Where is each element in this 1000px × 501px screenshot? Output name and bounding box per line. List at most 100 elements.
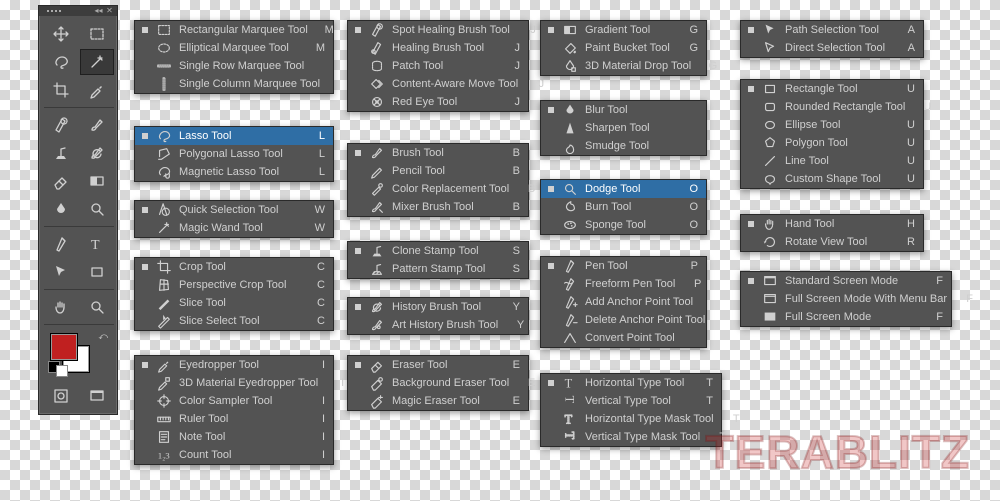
tool-item-dodge-2[interactable]: Sponge ToolO <box>541 216 706 234</box>
pen-tool[interactable] <box>44 231 78 257</box>
tool-item-path-1[interactable]: Direct Selection ToolA <box>741 39 923 57</box>
tool-item-eyedropper-3[interactable]: Ruler ToolI <box>135 410 333 428</box>
tool-item-brush-0[interactable]: Brush ToolB <box>348 144 528 162</box>
foreground-color-swatch[interactable] <box>50 333 78 361</box>
dodge-tool[interactable] <box>80 196 114 222</box>
close-icon[interactable]: ✕ <box>106 8 113 15</box>
tool-item-stamp-0[interactable]: Clone Stamp ToolS <box>348 242 528 260</box>
tool-item-healing-1[interactable]: Healing Brush ToolJ <box>348 39 528 57</box>
tool-item-gradient-2[interactable]: 3D Material Drop ToolG <box>541 57 706 75</box>
tool-item-pen-4[interactable]: Convert Point Tool <box>541 329 706 347</box>
zoom-tool[interactable] <box>80 294 114 320</box>
tool-item-crop-3[interactable]: Slice Select ToolC <box>135 312 333 330</box>
tool-item-crop-0[interactable]: Crop ToolC <box>135 258 333 276</box>
tool-item-brush-1[interactable]: Pencil ToolB <box>348 162 528 180</box>
vtype-mask-icon <box>562 429 578 445</box>
tool-item-gradient-0[interactable]: Gradient ToolG <box>541 21 706 39</box>
tool-item-shape-4[interactable]: Line ToolU <box>741 152 923 170</box>
tool-item-eyedropper-4[interactable]: Note ToolI <box>135 428 333 446</box>
shape-tool[interactable] <box>80 259 114 285</box>
tool-item-dodge-0[interactable]: Dodge ToolO <box>541 180 706 198</box>
spot-heal-icon <box>369 22 385 38</box>
tool-item-eyedropper-1[interactable]: 3D Material Eyedropper ToolI <box>135 374 333 392</box>
tool-item-gradient-1[interactable]: Paint Bucket ToolG <box>541 39 706 57</box>
history-brush-tool[interactable] <box>80 140 114 166</box>
tool-item-hand-1[interactable]: Rotate View ToolR <box>741 233 923 251</box>
tool-item-type-3[interactable]: Vertical Type Mask ToolT <box>541 428 721 446</box>
screen-mode-button[interactable] <box>80 383 114 409</box>
tool-item-eyedropper-0[interactable]: Eyedropper ToolI <box>135 356 333 374</box>
tool-item-wand-1[interactable]: Magic Wand ToolW <box>135 219 333 237</box>
tool-item-path-0[interactable]: Path Selection ToolA <box>741 21 923 39</box>
swap-colors-icon[interactable]: ⤺ <box>98 331 108 342</box>
tool-item-eyedropper-5[interactable]: Count ToolI <box>135 446 333 464</box>
tool-item-lasso-2[interactable]: Magnetic Lasso ToolL <box>135 163 333 181</box>
tool-item-history-1[interactable]: Art History Brush ToolY <box>348 316 528 334</box>
tool-item-healing-4[interactable]: Red Eye ToolJ <box>348 93 528 111</box>
gradient-tool[interactable] <box>80 168 114 194</box>
tool-item-crop-2[interactable]: Slice ToolC <box>135 294 333 312</box>
tool-item-eraser-2[interactable]: Magic Eraser ToolE <box>348 392 528 410</box>
tool-label: Elliptical Marquee Tool <box>177 42 307 54</box>
tool-item-hand-0[interactable]: Hand ToolH <box>741 215 923 233</box>
tool-item-dodge-1[interactable]: Burn ToolO <box>541 198 706 216</box>
tool-item-brush-3[interactable]: Mixer Brush ToolB <box>348 198 528 216</box>
tool-item-type-0[interactable]: Horizontal Type ToolT <box>541 374 721 392</box>
tool-item-shape-3[interactable]: Polygon ToolU <box>741 134 923 152</box>
tool-item-marquee-2[interactable]: Single Row Marquee Tool <box>135 57 333 75</box>
toolbox-header[interactable]: ◂◂ ✕ <box>39 6 117 16</box>
tool-item-blur-2[interactable]: Smudge Tool <box>541 137 706 155</box>
tool-item-healing-0[interactable]: Spot Healing Brush ToolJ <box>348 21 528 39</box>
tool-item-brush-2[interactable]: Color Replacement ToolB <box>348 180 528 198</box>
tool-item-shape-5[interactable]: Custom Shape ToolU <box>741 170 923 188</box>
brush-tool[interactable] <box>80 112 114 138</box>
tool-item-screen-1[interactable]: Full Screen Mode With Menu BarF <box>741 290 951 308</box>
tool-item-shape-1[interactable]: Rounded Rectangle ToolU <box>741 98 923 116</box>
tool-item-healing-2[interactable]: Patch ToolJ <box>348 57 528 75</box>
tool-item-eyedropper-2[interactable]: Color Sampler ToolI <box>135 392 333 410</box>
tool-item-screen-0[interactable]: Standard Screen ModeF <box>741 272 951 290</box>
tool-item-pen-2[interactable]: Add Anchor Point Tool <box>541 293 706 311</box>
tool-item-pen-1[interactable]: Freeform Pen ToolP <box>541 275 706 293</box>
tool-item-eraser-1[interactable]: Background Eraser ToolE <box>348 374 528 392</box>
tool-item-lasso-1[interactable]: Polygonal Lasso ToolL <box>135 145 333 163</box>
hand-tool[interactable] <box>44 294 78 320</box>
color-swatches[interactable]: ⤺ <box>44 329 114 375</box>
tool-item-crop-1[interactable]: Perspective Crop ToolC <box>135 276 333 294</box>
tool-item-pen-0[interactable]: Pen ToolP <box>541 257 706 275</box>
eraser-tool[interactable] <box>44 168 78 194</box>
type-tool[interactable] <box>80 231 114 257</box>
stamp-tool[interactable] <box>44 140 78 166</box>
tool-item-history-0[interactable]: History Brush ToolY <box>348 298 528 316</box>
eyedropper-tool[interactable] <box>80 77 114 103</box>
tool-item-pen-3[interactable]: Delete Anchor Point Tool <box>541 311 706 329</box>
path-select-tool[interactable] <box>44 259 78 285</box>
tool-item-stamp-1[interactable]: Pattern Stamp ToolS <box>348 260 528 278</box>
tool-item-blur-1[interactable]: Sharpen Tool <box>541 119 706 137</box>
tool-item-type-1[interactable]: Vertical Type ToolT <box>541 392 721 410</box>
tool-item-screen-2[interactable]: Full Screen ModeF <box>741 308 951 326</box>
tool-item-wand-0[interactable]: Quick Selection ToolW <box>135 201 333 219</box>
tool-item-marquee-0[interactable]: Rectangular Marquee ToolM <box>135 21 333 39</box>
blur-tool[interactable] <box>44 196 78 222</box>
tool-item-type-2[interactable]: Horizontal Type Mask ToolT <box>541 410 721 428</box>
tool-item-shape-0[interactable]: Rectangle ToolU <box>741 80 923 98</box>
tool-item-shape-2[interactable]: Ellipse ToolU <box>741 116 923 134</box>
lasso-tool[interactable] <box>44 49 78 75</box>
tool-item-healing-3[interactable]: Content-Aware Move ToolJ <box>348 75 528 93</box>
move-tool[interactable] <box>44 21 78 47</box>
tool-item-marquee-1[interactable]: Elliptical Marquee ToolM <box>135 39 333 57</box>
tool-item-marquee-3[interactable]: Single Column Marquee Tool <box>135 75 333 93</box>
marquee-tool[interactable] <box>80 21 114 47</box>
magic-wand-tool[interactable] <box>80 49 114 75</box>
tool-item-blur-0[interactable]: Blur Tool <box>541 101 706 119</box>
crop-tool[interactable] <box>44 77 78 103</box>
healing-tool[interactable] <box>44 112 78 138</box>
tool-item-lasso-0[interactable]: Lasso ToolL <box>135 127 333 145</box>
magnet-lasso-icon <box>156 164 172 180</box>
collapse-icon[interactable]: ◂◂ <box>95 8 102 15</box>
quick-mask-button[interactable] <box>44 383 78 409</box>
tool-item-eraser-0[interactable]: Eraser ToolE <box>348 356 528 374</box>
default-colors-icon[interactable] <box>48 361 72 373</box>
tool-label: Single Row Marquee Tool <box>177 60 312 72</box>
